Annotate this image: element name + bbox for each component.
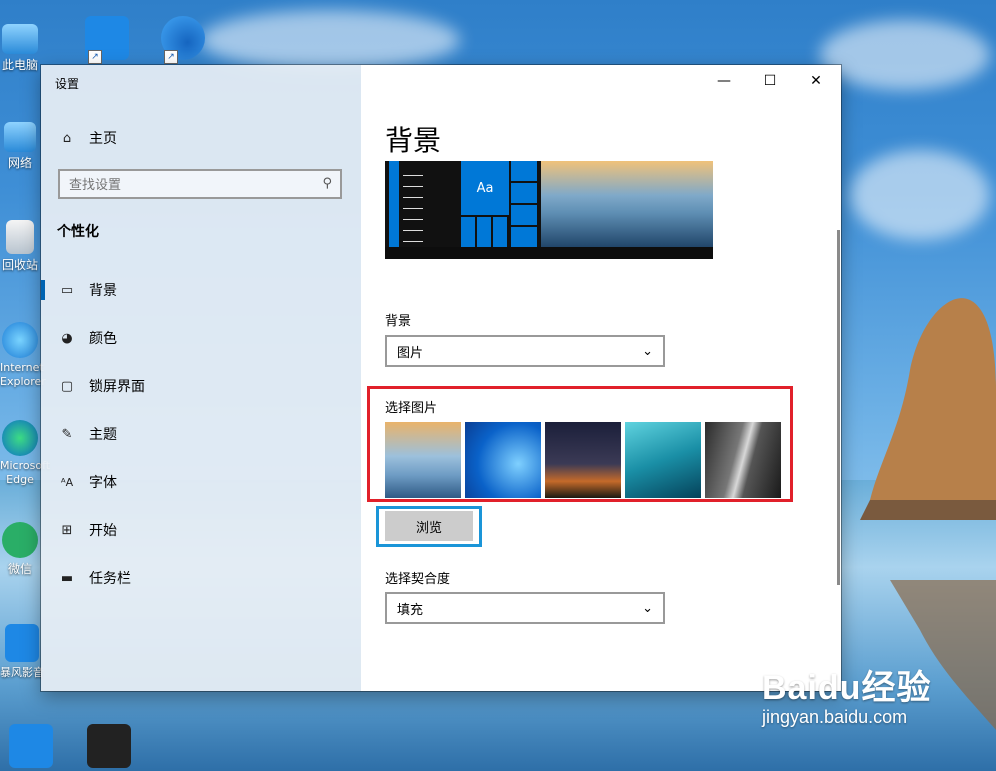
sidebar-item-label: 颜色 <box>89 331 117 347</box>
desktop-icon-label: 此电脑 <box>1 58 38 72</box>
bird-app-icon <box>9 724 53 768</box>
sidebar-item-label: 背景 <box>89 283 117 299</box>
preview-tiles-lower <box>461 217 509 247</box>
this-pc-desktop-icon[interactable]: 此电脑 <box>0 18 40 73</box>
sidebar-item-lock-screen[interactable]: ▢ 锁屏界面 <box>41 366 361 406</box>
sky-cloud <box>200 10 460 70</box>
network-desktop-icon[interactable]: 网络 <box>0 122 40 171</box>
minimize-button[interactable]: — <box>701 65 747 97</box>
sidebar-item-fonts[interactable]: ᴬA 字体 <box>41 462 361 502</box>
preview-tiles <box>511 161 537 247</box>
sidebar-item-themes[interactable]: ✎ 主题 <box>41 414 361 454</box>
sidebar-item-label: 开始 <box>89 523 117 539</box>
sidebar-item-label: 锁屏界面 <box>89 379 145 395</box>
desktop-icon-label: 暴风影音 <box>0 666 44 679</box>
feishu-desktop-icon[interactable] <box>6 724 56 770</box>
preview-start-menu <box>389 161 399 247</box>
sidebar-item-colors[interactable]: ◕ 颜色 <box>41 318 361 358</box>
shortcut-arrow-icon: ↗ <box>88 50 102 64</box>
edge-icon <box>2 420 38 456</box>
computer-icon <box>2 24 38 54</box>
sidebar-item-label: 字体 <box>89 475 117 491</box>
background-type-label: 背景 <box>385 314 412 329</box>
watermark-url: jingyan.baidu.com <box>762 707 908 727</box>
sidebar-item-home[interactable]: ⌂ 主页 <box>41 118 361 158</box>
sea-rock <box>860 298 996 520</box>
sidebar-item-taskbar[interactable]: ▬ 任务栏 <box>41 558 361 598</box>
image-icon: ▭ <box>60 282 74 298</box>
desktop-icon-label: Internet Explorer <box>0 361 46 388</box>
shortcut-arrow-icon: ↗ <box>164 50 178 64</box>
preview-menu-lines <box>403 167 423 243</box>
window-title: 设置 <box>55 77 80 91</box>
network-icon <box>4 122 36 152</box>
cloud-app-desktop-icon[interactable]: ↗ <box>158 16 208 64</box>
media-player-icon <box>5 624 39 662</box>
app-desktop-icon[interactable]: ↗ <box>82 16 132 64</box>
maximize-icon: ☐ <box>763 73 777 89</box>
chevron-down-icon: ⌄ <box>642 600 653 616</box>
settings-window: 设置 ⌂ 主页 ⚲ 个性化 ▭ 背景 ◕ 颜色 ▢ 锁屏界面 ✎ 主题 ᴬA 字… <box>41 65 841 691</box>
section-heading: 个性化 <box>57 224 99 240</box>
fit-label: 选择契合度 <box>385 572 451 587</box>
desktop-icon-label: 网络 <box>7 156 32 170</box>
start-icon: ⊞ <box>61 522 73 538</box>
preview-tile-text: Aa <box>476 180 494 196</box>
minimize-icon: — <box>717 73 731 89</box>
close-icon: ✕ <box>810 73 822 89</box>
lock-screen-icon: ▢ <box>60 378 74 394</box>
network-graph-icon <box>87 724 131 768</box>
recycle-bin-desktop-icon[interactable]: 回收站 <box>0 220 40 273</box>
settings-content: — ☐ ✕ 背景 Aa 背景 图片 ⌄ 选择图片 浏览 选择契合度 填充 ⌄ <box>361 65 841 691</box>
background-type-dropdown[interactable]: 图片 ⌄ <box>385 335 665 367</box>
baofeng-desktop-icon[interactable]: 暴风影音 <box>0 624 44 680</box>
background-preview: Aa <box>385 161 713 259</box>
sky-cloud <box>850 150 990 240</box>
home-icon: ⌂ <box>62 130 72 146</box>
ie-desktop-icon[interactable]: Internet Explorer <box>0 322 46 388</box>
palette-icon: ◕ <box>61 330 73 346</box>
maximize-button[interactable]: ☐ <box>747 65 793 97</box>
preview-taskbar <box>385 247 713 259</box>
dropdown-value: 填充 <box>397 602 424 618</box>
sky-cloud <box>820 20 990 90</box>
preview-wallpaper <box>541 161 713 247</box>
choose-picture-highlight <box>367 386 793 502</box>
wechat-desktop-icon[interactable]: 微信 <box>0 522 40 577</box>
dropdown-value: 图片 <box>397 345 424 361</box>
chevron-down-icon: ⌄ <box>642 343 653 359</box>
preview-tile-aa: Aa <box>461 161 509 215</box>
scrollbar[interactable] <box>837 230 840 585</box>
desktop-icon-label: 微信 <box>7 562 32 576</box>
watermark-brand: Baidu经验 <box>762 669 932 707</box>
search-icon: ⚲ <box>322 176 332 191</box>
network-app-desktop-icon[interactable] <box>84 724 134 770</box>
baidu-watermark: Baidu经验 jingyan.baidu.com <box>762 660 992 728</box>
recycle-bin-icon <box>6 220 34 254</box>
fit-dropdown[interactable]: 填充 ⌄ <box>385 592 665 624</box>
sidebar-item-background[interactable]: ▭ 背景 <box>41 270 361 310</box>
search-box[interactable]: ⚲ <box>58 169 342 199</box>
edge-desktop-icon[interactable]: Microsoft Edge <box>0 420 50 486</box>
sidebar-item-start[interactable]: ⊞ 开始 <box>41 510 361 550</box>
internet-explorer-icon <box>2 322 38 358</box>
font-icon: ᴬA <box>60 475 74 489</box>
theme-icon: ✎ <box>61 426 73 442</box>
desktop-icon-label: 回收站 <box>1 258 38 272</box>
taskbar-icon: ▬ <box>60 570 74 586</box>
sidebar-item-label: 主页 <box>89 131 117 147</box>
sidebar-item-label: 主题 <box>89 427 117 443</box>
sidebar-item-label: 任务栏 <box>89 571 131 587</box>
page-title: 背景 <box>385 124 442 157</box>
browse-button-highlight <box>376 506 482 547</box>
wechat-icon <box>2 522 38 558</box>
close-button[interactable]: ✕ <box>793 65 839 97</box>
settings-sidebar: 设置 ⌂ 主页 ⚲ 个性化 ▭ 背景 ◕ 颜色 ▢ 锁屏界面 ✎ 主题 ᴬA 字… <box>41 65 361 691</box>
search-input[interactable] <box>60 171 311 199</box>
